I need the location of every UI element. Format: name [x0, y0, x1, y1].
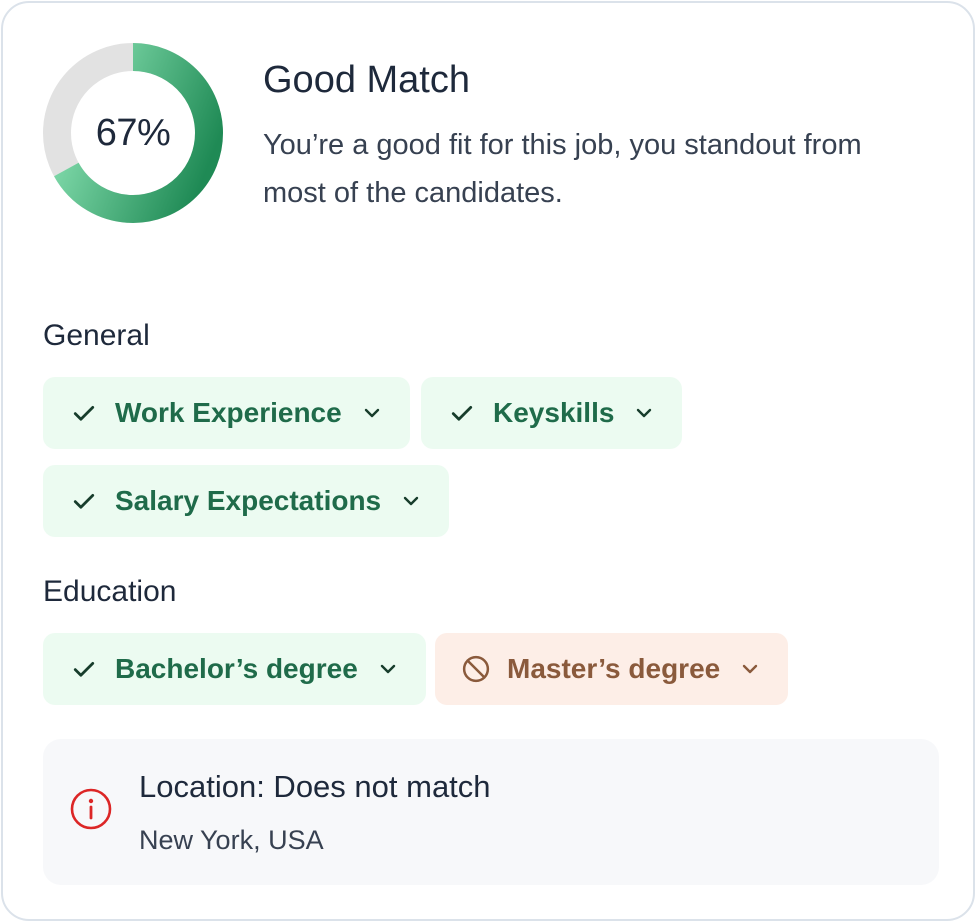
chevron-down-icon — [738, 657, 762, 681]
section-label-general: General — [43, 319, 150, 352]
chevron-down-icon — [399, 489, 423, 513]
section-label-education: Education — [43, 575, 177, 608]
chip-salary-expectations[interactable]: Salary Expectations — [43, 465, 450, 537]
chip-bachelors-degree[interactable]: Bachelor’s degree — [43, 633, 426, 705]
chip-label: Work Experience — [115, 397, 342, 428]
check-icon — [447, 398, 477, 428]
match-description: You’re a good fit for this job, you stan… — [263, 129, 862, 209]
chip-label: Salary Expectations — [115, 485, 382, 516]
match-percent-label: 67% — [95, 111, 171, 154]
chip-label: Bachelor’s degree — [115, 653, 358, 684]
chip-keyskills[interactable]: Keyskills — [421, 377, 683, 449]
chevron-down-icon — [376, 657, 400, 681]
info-icon — [69, 787, 113, 831]
check-icon — [69, 486, 99, 516]
location-alert: Location: Does not match New York, USA — [43, 739, 939, 885]
chevron-down-icon — [632, 401, 656, 425]
chip-label: Master’s degree — [507, 653, 721, 684]
chevron-down-icon — [360, 401, 384, 425]
match-title: Good Match — [263, 59, 470, 101]
location-value: New York, USA — [139, 825, 324, 855]
chip-work-experience[interactable]: Work Experience — [43, 377, 410, 449]
check-icon — [69, 398, 99, 428]
chip-masters-degree[interactable]: Master’s degree — [435, 633, 789, 705]
check-icon — [69, 654, 99, 684]
location-title: Location: Does not match — [139, 769, 491, 804]
chip-label: Keyskills — [493, 397, 615, 428]
match-score-donut: 67% — [43, 43, 223, 223]
prohibited-icon — [461, 654, 491, 684]
match-card: 67% Good Match You’re a good fit for thi… — [1, 1, 975, 921]
